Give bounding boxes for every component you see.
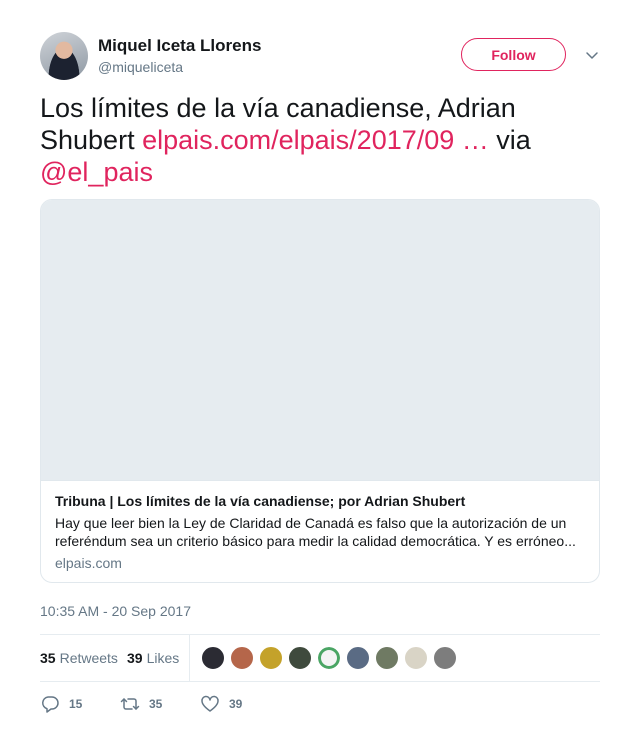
retweets-count: 35 (40, 650, 56, 666)
card-title[interactable]: Tribuna | Los límites de la vía canadien… (55, 492, 585, 510)
chevron-down-icon[interactable] (584, 47, 600, 63)
reply-count: 15 (69, 697, 83, 711)
liker-avatar-9[interactable] (433, 646, 457, 670)
liker-avatar-2[interactable] (230, 646, 254, 670)
liker-avatar-5[interactable] (317, 646, 341, 670)
tweet-timestamp[interactable]: 10:35 AM - 20 Sep 2017 (40, 603, 191, 619)
liker-avatar-7[interactable] (375, 646, 399, 670)
follow-button[interactable]: Follow (461, 38, 566, 71)
heart-icon (201, 695, 219, 712)
card-description: Hay que leer bien la Ley de Claridad de … (55, 515, 576, 549)
retweets-label: Retweets (59, 650, 118, 666)
link-card[interactable]: Tribuna | Los límites de la vía canadien… (40, 199, 600, 583)
liker-avatar-8[interactable] (404, 646, 428, 670)
like-count: 39 (229, 697, 243, 711)
reply-icon (41, 696, 59, 713)
likes-count: 39 (127, 650, 143, 666)
tweet-text: Los límites de la vía canadiense, Adrian… (40, 92, 600, 188)
likes-label: Likes (146, 650, 180, 666)
liker-avatar-3[interactable] (259, 646, 283, 670)
tweet-stats: 35 Retweets 39 Likes (40, 634, 600, 682)
retweet-count: 35 (149, 697, 163, 711)
stats-divider (189, 635, 190, 681)
retweet-button[interactable]: 35 (120, 694, 162, 714)
likes-stat[interactable]: 39 Likes (127, 650, 179, 666)
tweet-header: Miquel Iceta Llorens @miqueliceta Follow (40, 32, 600, 82)
like-button[interactable]: 39 (200, 694, 242, 714)
reply-button[interactable]: 15 (40, 694, 82, 714)
author-handle[interactable]: @miqueliceta (98, 59, 183, 75)
tweet-link[interactable]: elpais.com/elpais/2017/09 (142, 125, 454, 155)
card-domain: elpais.com (55, 555, 122, 571)
card-body: Tribuna | Los límites de la vía canadien… (41, 481, 599, 582)
author-avatar[interactable] (40, 32, 88, 80)
tweet-link-ellipsis[interactable]: … (454, 125, 489, 155)
mention-link[interactable]: @el_pais (40, 157, 153, 187)
liker-avatar-4[interactable] (288, 646, 312, 670)
liker-avatar-1[interactable] (201, 646, 225, 670)
retweet-icon (120, 698, 140, 710)
card-image-placeholder[interactable] (41, 200, 599, 481)
tweet-via: via (488, 125, 531, 155)
author-name[interactable]: Miquel Iceta Llorens (98, 36, 261, 56)
retweets-stat[interactable]: 35 Retweets (40, 650, 118, 666)
liker-avatar-6[interactable] (346, 646, 370, 670)
